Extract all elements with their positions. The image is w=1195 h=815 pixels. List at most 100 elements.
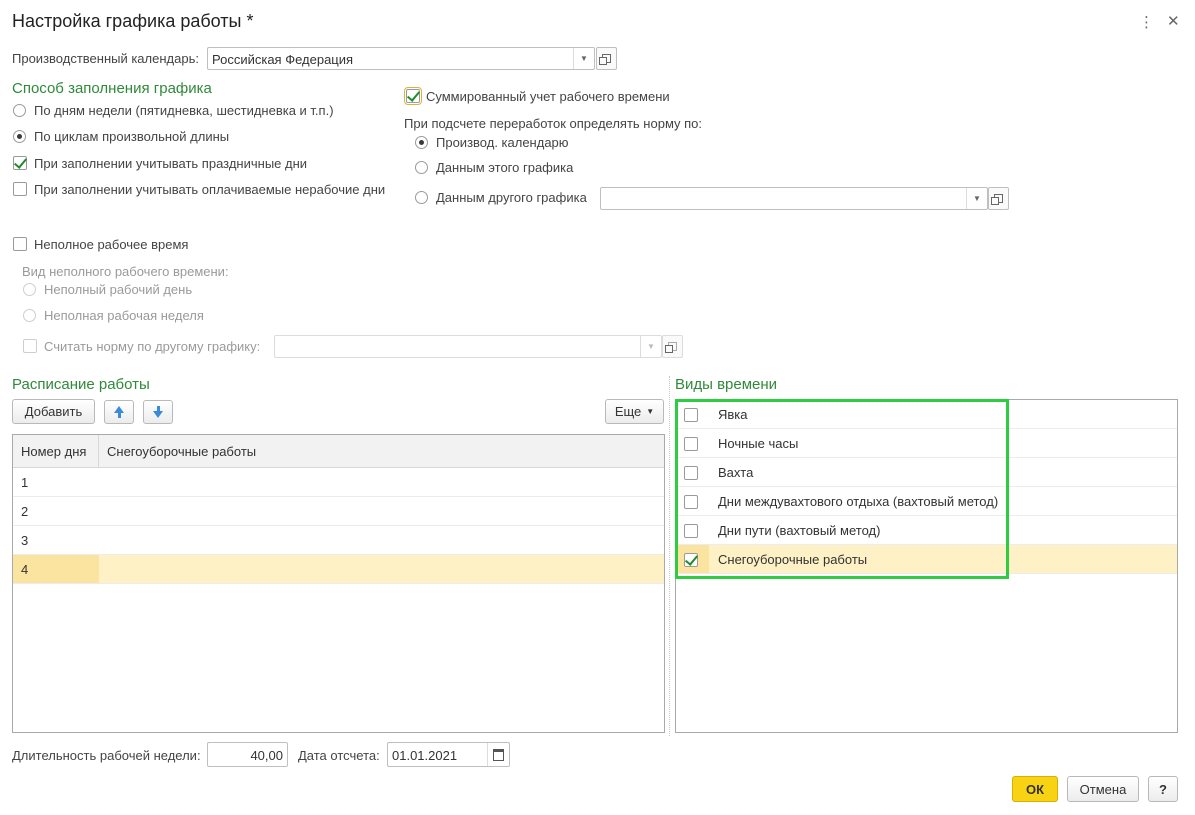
arrow-up-stem [117, 413, 121, 418]
fill-option-weekdays-label: По дням недели (пятидневка, шестидневка … [34, 103, 334, 118]
radio-part-time-week[interactable] [23, 309, 36, 322]
calendar-label: Производственный календарь: [12, 51, 199, 66]
radio-norm-other-schedule[interactable] [415, 191, 428, 204]
time-kind-label: Дни междувахтового отдыха (вахтовый мето… [718, 493, 999, 509]
add-button[interactable]: Добавить [12, 399, 95, 424]
calendar-field[interactable]: Российская Федерация ▼ [207, 47, 595, 70]
calendar-value: Российская Федерация [212, 52, 354, 67]
column-header-snow[interactable]: Снегоуборочные работы [99, 435, 664, 467]
part-time-schedule-field[interactable]: ▼ [274, 335, 662, 358]
part-time-kind-label: Вид неполного рабочего времени: [22, 264, 229, 279]
time-kind-checkbox[interactable] [684, 553, 698, 567]
time-kinds-list[interactable]: Явка Ночные часы Вахта Дни междувахтовог… [675, 399, 1178, 733]
radio-norm-calendar[interactable] [415, 136, 428, 149]
radio-cycles[interactable] [13, 130, 26, 143]
norm-option-calendar-label: Производ. календарю [436, 135, 569, 150]
list-item[interactable]: Ночные часы [676, 429, 1177, 458]
list-item[interactable]: Явка [676, 400, 1177, 429]
time-kind-checkbox[interactable] [684, 524, 698, 538]
move-down-button[interactable] [143, 400, 173, 424]
part-time-norm-checkbox-label: Считать норму по другому графику: [44, 339, 261, 354]
part-time-norm-checkbox[interactable] [23, 339, 37, 353]
cell-day[interactable]: 4 [13, 555, 99, 583]
other-schedule-open-button[interactable] [988, 187, 1009, 210]
list-item[interactable]: Вахта [676, 458, 1177, 487]
start-date-label: Дата отсчета: [298, 748, 380, 763]
list-item[interactable]: Дни пути (вахтовый метод) [676, 516, 1177, 545]
time-kind-label: Ночные часы [718, 435, 799, 451]
chevron-down-icon[interactable]: ▼ [640, 336, 661, 357]
cell-value[interactable] [99, 497, 664, 525]
week-length-input[interactable]: 40,00 [207, 742, 288, 767]
chevron-down-icon[interactable]: ▼ [573, 48, 594, 69]
time-kind-checkbox[interactable] [684, 466, 698, 480]
table-row[interactable]: 1 [13, 468, 664, 497]
column-header-day[interactable]: Номер дня [13, 435, 99, 467]
window-title: Настройка графика работы * [12, 11, 254, 31]
more-button-label: Еще [614, 404, 642, 419]
open-window-icon [991, 194, 1003, 205]
ok-button[interactable]: ОК [1012, 776, 1058, 802]
chevron-down-icon[interactable]: ▼ [966, 188, 987, 209]
cell-day[interactable]: 1 [13, 468, 99, 496]
other-schedule-field[interactable]: ▼ [600, 187, 988, 210]
cell-day[interactable]: 2 [13, 497, 99, 525]
part-time-checkbox-label: Неполное рабочее время [34, 237, 189, 252]
vertical-dots-icon[interactable]: ⋮ [1139, 13, 1154, 31]
cell-value[interactable] [99, 526, 664, 554]
arrow-up-icon [114, 406, 124, 413]
week-length-label: Длительность рабочей недели: [12, 748, 201, 763]
cell-value[interactable] [99, 468, 664, 496]
time-kinds-heading: Виды времени [675, 376, 778, 393]
open-window-icon [599, 54, 611, 65]
list-item-selected[interactable]: Снегоуборочные работы [676, 545, 1177, 574]
cell-value[interactable] [99, 555, 664, 583]
table-row-selected[interactable]: 4 [13, 555, 664, 584]
panel-divider [669, 376, 670, 736]
schedule-table[interactable]: Номер дня Снегоуборочные работы 1 2 3 4 [12, 434, 665, 733]
radio-part-time-day[interactable] [23, 283, 36, 296]
time-kind-label: Явка [718, 406, 748, 422]
summarized-checkbox-label: Суммированный учет рабочего времени [426, 89, 670, 104]
time-kind-checkbox[interactable] [684, 408, 698, 422]
radio-norm-this-schedule[interactable] [415, 161, 428, 174]
table-row[interactable]: 2 [13, 497, 664, 526]
norm-label: При подсчете переработок определять норм… [404, 116, 703, 131]
open-window-icon [665, 342, 677, 353]
help-button[interactable]: ? [1148, 776, 1178, 802]
time-kind-label: Вахта [718, 464, 754, 480]
start-date-input[interactable]: 01.01.2021 [387, 742, 510, 767]
part-time-option-week-label: Неполная рабочая неделя [44, 308, 204, 323]
cancel-button[interactable]: Отмена [1067, 776, 1139, 802]
time-kind-checkbox[interactable] [684, 437, 698, 451]
more-button[interactable]: Еще ▼ [605, 399, 664, 424]
calendar-open-button[interactable] [596, 47, 617, 70]
time-kind-label: Дни пути (вахтовый метод) [718, 522, 881, 538]
start-date-value: 01.01.2021 [392, 748, 458, 763]
list-item[interactable]: Дни междувахтового отдыха (вахтовый мето… [676, 487, 1177, 516]
fill-method-heading: Способ заполнения графика [12, 80, 212, 97]
radio-weekdays[interactable] [13, 104, 26, 117]
table-row[interactable]: 3 [13, 526, 664, 555]
schedule-table-header: Номер дня Снегоуборочные работы [13, 435, 664, 468]
close-icon[interactable]: ✕ [1167, 12, 1180, 30]
schedule-heading: Расписание работы [12, 376, 150, 393]
fill-option-cycles-label: По циклам произвольной длины [34, 129, 230, 144]
time-kind-checkbox[interactable] [684, 495, 698, 509]
part-time-schedule-open-button[interactable] [662, 335, 683, 358]
summarized-checkbox[interactable] [404, 87, 422, 105]
week-length-value: 40,00 [250, 748, 283, 763]
part-time-option-day-label: Неполный рабочий день [44, 282, 193, 297]
time-kind-label: Снегоуборочные работы [718, 551, 868, 567]
holidays-checkbox[interactable] [13, 156, 27, 170]
holidays-checkbox-label: При заполнении учитывать праздничные дни [34, 156, 308, 171]
norm-option-other-schedule-label: Данным другого графика [436, 190, 587, 205]
paid-nonwork-checkbox-label: При заполнении учитывать оплачиваемые не… [34, 182, 386, 197]
arrow-down-icon [153, 411, 163, 418]
cell-day[interactable]: 3 [13, 526, 99, 554]
calendar-icon[interactable] [487, 743, 509, 766]
move-up-button[interactable] [104, 400, 134, 424]
norm-option-this-schedule-label: Данным этого графика [436, 160, 574, 175]
paid-nonwork-checkbox[interactable] [13, 182, 27, 196]
part-time-checkbox[interactable] [13, 237, 27, 251]
